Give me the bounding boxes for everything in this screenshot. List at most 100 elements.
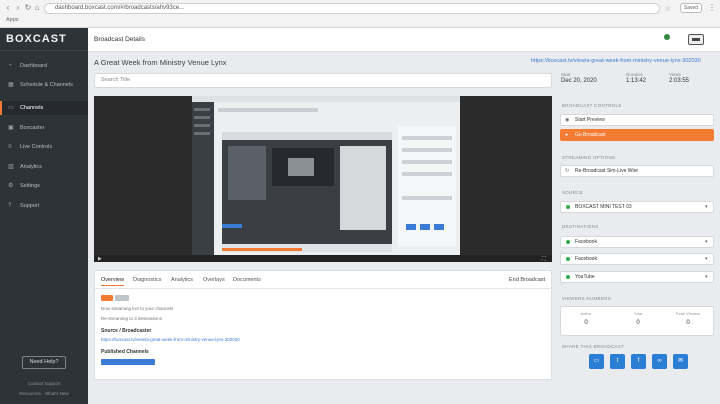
- status-dot: [566, 257, 570, 261]
- viewers-active: Active 0: [561, 311, 611, 326]
- tab-overview[interactable]: Overview: [101, 277, 124, 286]
- destination-select[interactable]: Facebook ▾: [560, 253, 714, 265]
- stream-option-button[interactable]: ↻ Re-Broadcast Sim-Live Wire: [560, 165, 714, 177]
- home-icon[interactable]: ⌂: [33, 4, 41, 12]
- viewer-stat-value: 0: [584, 320, 588, 326]
- viewers-peak: Peak Viewers 0: [663, 311, 713, 326]
- divider: [0, 50, 88, 51]
- end-broadcast-button[interactable]: End Broadcast: [509, 277, 545, 283]
- chevron-down-icon: ▾: [705, 256, 708, 262]
- boxcaster-icon: ▣: [8, 125, 14, 131]
- sidebar-item-boxcaster[interactable]: ▣ Boxcaster: [0, 121, 88, 135]
- embed-icon[interactable]: ▭: [589, 354, 604, 369]
- viewers-total: Total 0: [613, 311, 663, 326]
- sidebar-item-schedule[interactable]: ▦ Schedule & Channels: [0, 78, 88, 92]
- stat-duration: Duration 1:13:42: [626, 72, 646, 84]
- status-badge: [115, 295, 129, 301]
- fullscreen-icon[interactable]: ⛶: [542, 256, 546, 262]
- account-logo[interactable]: [660, 32, 674, 46]
- gauge-icon: ◔: [8, 63, 12, 69]
- destination-select[interactable]: YouTube ▾: [560, 271, 714, 283]
- page-title: Broadcast Details: [94, 36, 145, 43]
- address-bar[interactable]: dashboard.boxcast.com/#/broadcasts/ahv93…: [44, 3, 660, 14]
- start-preview-button[interactable]: ◉ Start Preview: [560, 114, 714, 126]
- streaming-options-label: STREAMING OPTIONS: [562, 155, 616, 160]
- video-player[interactable]: ▶ ⛶: [94, 96, 552, 262]
- top-header: Broadcast Details: [88, 28, 720, 52]
- stat-views: Views 2:03:55: [669, 72, 689, 84]
- boxcast-logo[interactable]: BOXCAST: [6, 33, 67, 45]
- sidebar-item-analytics[interactable]: ▥ Analytics: [0, 160, 88, 174]
- share-link[interactable]: https://boxcast.tv/view/a-great-week-fro…: [531, 58, 716, 64]
- extension-button[interactable]: Saved: [680, 3, 702, 13]
- broadcast-icon: ●: [565, 132, 569, 138]
- status-dot: [566, 205, 570, 209]
- tab-overlays[interactable]: Overlays: [203, 277, 225, 283]
- chevron-down-icon: ▾: [705, 204, 708, 210]
- stat-label: Start: [561, 72, 571, 77]
- preview-icon: ◉: [565, 117, 570, 123]
- email-icon[interactable]: ✉: [673, 354, 688, 369]
- forward-icon[interactable]: ›: [14, 4, 22, 12]
- sliders-icon: ≡: [8, 144, 12, 150]
- destination-select[interactable]: Facebook ▾: [560, 236, 714, 248]
- viewers-panel: Active 0 Total 0 Peak Viewers 0: [560, 306, 714, 336]
- facebook-icon[interactable]: f: [631, 354, 646, 369]
- select-value: Facebook: [575, 256, 597, 262]
- share-label: SHARE THIS BROADCAST: [562, 344, 625, 349]
- button-label: Re-Broadcast Sim-Live Wire: [575, 168, 639, 174]
- tab-diagnostics[interactable]: Diagnostics: [133, 277, 161, 283]
- sidebar-item-channels[interactable]: ▭ Channels: [0, 101, 88, 115]
- broadcast-controls-label: BROADCAST CONTROLS: [562, 103, 622, 108]
- browser-menu-icon[interactable]: ⋮: [708, 3, 716, 12]
- sidebar-item-live-controls[interactable]: ≡ Live Controls: [0, 140, 88, 154]
- status-badge: [101, 295, 113, 301]
- sidebar-item-label: Support: [20, 203, 40, 209]
- account-logo-mark: [664, 34, 670, 40]
- gear-icon: ⚙: [8, 183, 14, 189]
- apps-bookmark[interactable]: Apps: [6, 17, 19, 23]
- destinations-label: DESTINATIONS: [562, 224, 599, 229]
- source-select[interactable]: BOXCAST MINI TEST 03 ▾: [560, 201, 714, 213]
- contact-support-link[interactable]: Contact Support: [0, 381, 88, 386]
- button-label: Go Broadcast: [575, 132, 606, 138]
- back-icon[interactable]: ‹: [4, 4, 12, 12]
- play-icon[interactable]: ▶: [98, 256, 102, 262]
- stat-value: Dec 20, 2020: [561, 78, 597, 84]
- sidebar-item-settings[interactable]: ⚙ Settings: [0, 179, 88, 193]
- resources-link[interactable]: Resources · What's New: [0, 391, 88, 396]
- reload-icon[interactable]: ↻: [24, 4, 32, 12]
- button-label: Start Preview: [575, 117, 605, 123]
- stat-label: Duration: [626, 72, 644, 77]
- go-live-button[interactable]: ● Go Broadcast: [560, 129, 714, 141]
- published-channel-chip[interactable]: [101, 359, 155, 365]
- need-help-button[interactable]: Need Help?: [22, 356, 66, 369]
- twitter-icon[interactable]: t: [610, 354, 625, 369]
- tab-documents[interactable]: Documents: [233, 277, 261, 283]
- select-value: BOXCAST MINI TEST 03: [575, 204, 632, 210]
- calendar-icon: ▦: [8, 82, 14, 88]
- search-input[interactable]: Search Title: [94, 73, 552, 88]
- bookmark-star-icon[interactable]: ☆: [664, 4, 671, 13]
- viewer-stat-label: Active: [580, 311, 592, 316]
- sidebar: BOXCAST ◔ Dashboard ▦ Schedule & Channel…: [0, 28, 88, 404]
- status-dot: [566, 275, 570, 279]
- select-value: YouTube: [575, 274, 595, 280]
- channels-icon: ▭: [8, 105, 14, 111]
- select-value: Facebook: [575, 239, 597, 245]
- published-heading: Published Channels: [101, 349, 149, 355]
- sidebar-item-support[interactable]: ? Support: [0, 199, 88, 213]
- stat-value: 2:03:55: [669, 78, 690, 84]
- link-icon[interactable]: ∞: [652, 354, 667, 369]
- player-controls: ▶ ⛶: [94, 255, 552, 262]
- avatar[interactable]: [688, 34, 704, 45]
- sidebar-item-dashboard[interactable]: ◔ Dashboard: [0, 59, 88, 73]
- sidebar-item-label: Boxcaster: [20, 125, 45, 131]
- stat-start: Start Dec 20, 2020: [561, 72, 597, 84]
- source-link[interactable]: https://boxcast.tv/view/a-great-week-fro…: [101, 337, 240, 342]
- sidebar-item-label: Settings: [20, 183, 40, 189]
- source-heading: Source / Broadcaster: [101, 328, 152, 334]
- tab-analytics[interactable]: Analytics: [171, 277, 193, 283]
- chevron-down-icon: ▾: [705, 239, 708, 245]
- browser-chrome: ‹ › ↻ ⌂ dashboard.boxcast.com/#/broadcas…: [0, 0, 720, 28]
